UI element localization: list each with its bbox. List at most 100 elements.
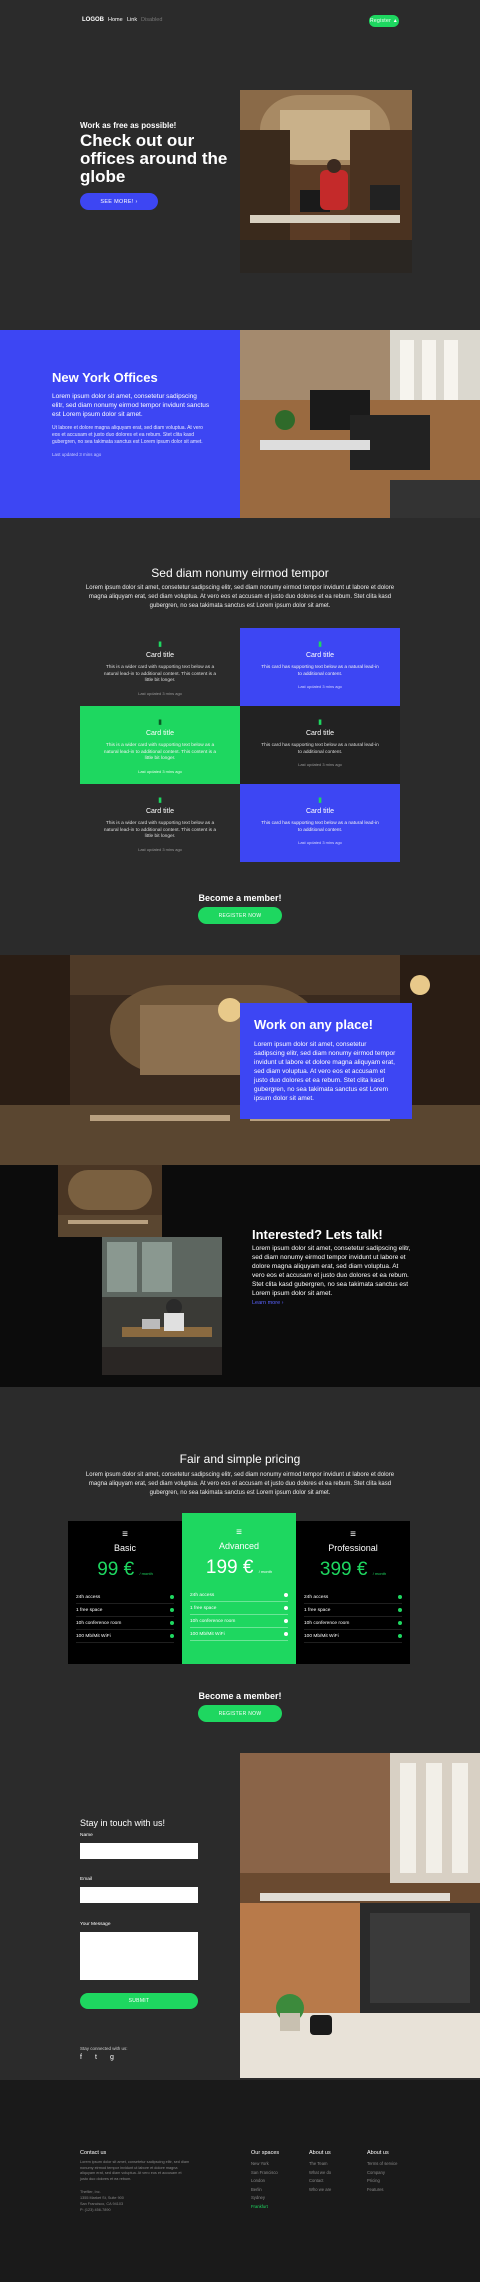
card: ▮ Card title This is a wider card with s… (80, 784, 240, 862)
feature-label: 100 Mb/Mit WiFi (190, 1631, 225, 1637)
footer-link[interactable]: Terms of service (367, 2160, 397, 2169)
plan-price-amount: 99 € (97, 1559, 135, 1580)
feature-label: 10h conference room (304, 1620, 350, 1626)
footer-link[interactable]: Pricing (367, 2177, 397, 2186)
logo[interactable]: LOGOB (82, 17, 104, 23)
card-title: Card title (305, 652, 334, 659)
plan-feature: 10h conference room (76, 1617, 174, 1630)
nav-link-link[interactable]: Link (127, 17, 137, 23)
learn-more-link[interactable]: Learn more › (252, 1300, 284, 1306)
card-updated: Last updated 3 mins ago (138, 690, 182, 696)
email-field[interactable] (80, 1887, 198, 1903)
card-icon: ▮ (318, 797, 322, 804)
submit-button[interactable]: SUBMIT (80, 1993, 198, 2009)
footer-link[interactable]: What we do (309, 2169, 331, 2178)
email-label: Email (80, 1877, 92, 1882)
plan-price-amount: 199 € (205, 1557, 254, 1578)
plan-feature: 24h access (190, 1589, 288, 1602)
plan-price: 199 € / month (182, 1557, 296, 1579)
plan-feature: 24h access (304, 1591, 402, 1604)
hero-kicker: Work as free as possible! (80, 121, 177, 130)
feature-label: 10h conference room (76, 1620, 122, 1626)
card-icon: ▮ (318, 641, 322, 648)
check-icon (284, 1632, 288, 1636)
plan-price: 399 € / month (296, 1559, 410, 1581)
message-field[interactable] (80, 1932, 198, 1980)
check-icon (398, 1595, 402, 1599)
plan-price-period: / month (258, 1569, 273, 1574)
footer-link[interactable]: San Francisco (251, 2169, 278, 2178)
footer-contact-text: Lorem ipsum dolor sit amet, consetetur s… (80, 2160, 190, 2181)
menu-icon: ≡ (122, 1529, 128, 1540)
footer-about-list: The Team What we do Contact Who we are (309, 2160, 331, 2194)
check-icon (170, 1621, 174, 1625)
footer-phone: P: (123) 456-7890 (80, 2208, 111, 2212)
office-photo (102, 1237, 222, 1375)
footer-about-head: About us (309, 2150, 331, 2156)
plan-price-period: / month (139, 1571, 153, 1576)
check-icon (398, 1634, 402, 1638)
footer-link[interactable]: Features (367, 2186, 397, 2195)
check-icon (398, 1608, 402, 1612)
card-title: Card title (145, 730, 174, 737)
footer-link[interactable]: London (251, 2177, 278, 2186)
twitter-icon[interactable]: t (95, 2054, 103, 2062)
card: ▮ Card title This is a wider card with s… (80, 706, 240, 784)
menu-icon: ≡ (350, 1529, 356, 1540)
card-text: This card has supporting text below as a… (261, 743, 379, 755)
name-field[interactable] (80, 1843, 198, 1859)
footer-link[interactable]: Who we are (309, 2186, 331, 2195)
plan-price-period: / month (372, 1571, 387, 1576)
footer-link[interactable]: Frankfurt (251, 2203, 278, 2212)
register-now-button[interactable]: REGISTER NOW (198, 907, 282, 924)
github-icon[interactable]: g (110, 2054, 118, 2062)
card-text: This is a wider card with supporting tex… (103, 743, 217, 761)
footer-link[interactable]: Company (367, 2169, 397, 2178)
footer-spaces-list: New York San Francisco London Berlin Syd… (251, 2160, 278, 2211)
ny-updated: Last updated 3 mins ago (52, 452, 102, 457)
plan-feature: 1 free space (304, 1604, 402, 1617)
register-now-button-2[interactable]: REGISTER NOW (198, 1705, 282, 1722)
card-updated: Last updated 3 mins ago (298, 840, 342, 845)
check-icon (284, 1606, 288, 1610)
card-text: This is a wider card with supporting tex… (103, 821, 217, 839)
feature-label: 1 free space (304, 1607, 331, 1613)
footer-link[interactable]: Sydney (251, 2194, 278, 2203)
footer-contact-head: Contact us (80, 2150, 107, 2156)
footer-link[interactable]: The Team (309, 2160, 331, 2169)
feature-label: 10h conference room (190, 1618, 236, 1624)
plan-advanced[interactable]: ≡ Advanced 199 € / month 24h access 1 fr… (182, 1513, 296, 1664)
plan-feature: 100 Mb/Mit WiFi (76, 1630, 174, 1643)
menu-icon: ≡ (236, 1527, 242, 1538)
work-anyplace-panel: Work on any place! Lorem ipsum dolor sit… (240, 1003, 412, 1119)
register-button[interactable]: Register ▲ (369, 15, 399, 27)
cards-section-title: Sed diam nonumy eirmod tempor (151, 566, 329, 580)
card-icon: ▮ (158, 797, 162, 804)
facebook-icon[interactable]: f (80, 2054, 88, 2062)
see-more-button[interactable]: SEE MORE! › (80, 193, 158, 210)
card-text: This card has supporting text below as a… (261, 821, 379, 833)
nav-link-home[interactable]: Home (108, 17, 123, 23)
member-title: Become a member! (198, 893, 282, 903)
footer-link[interactable]: Berlin (251, 2186, 278, 2195)
card-title: Card title (305, 730, 334, 737)
contact-title: Stay in touch with us! (80, 1818, 166, 1828)
message-label: Your Message (80, 1922, 111, 1927)
footer-link[interactable]: New York (251, 2160, 278, 2169)
card: ▮ Card title This card has supporting te… (240, 784, 400, 862)
plan-name: Advanced (218, 1541, 260, 1551)
card-text: This card has supporting text below as a… (261, 665, 379, 677)
card-updated: Last updated 3 mins ago (298, 684, 342, 689)
card-title: Card title (305, 808, 334, 815)
feature-label: 100 Mb/Mit WiFi (304, 1633, 339, 1639)
footer-spaces-head: Our spaces (251, 2150, 280, 2156)
plan-professional[interactable]: ≡ Professional 399 € / month 24h access … (296, 1521, 410, 1664)
card: ▮ Card title This is a wider card with s… (80, 628, 240, 706)
card-icon: ▮ (158, 641, 162, 648)
plan-name: Basic (113, 1543, 136, 1553)
top-nav: LOGOB Home Link Disabled Register ▲ (0, 0, 480, 40)
card-text: This is a wider card with supporting tex… (103, 665, 217, 683)
footer-address-2: San Francisco, CA 94103 (80, 2202, 124, 2206)
footer-link[interactable]: Contact (309, 2177, 331, 2186)
plan-basic[interactable]: ≡ Basic 99 € / month 24h access 1 free s… (68, 1521, 182, 1664)
